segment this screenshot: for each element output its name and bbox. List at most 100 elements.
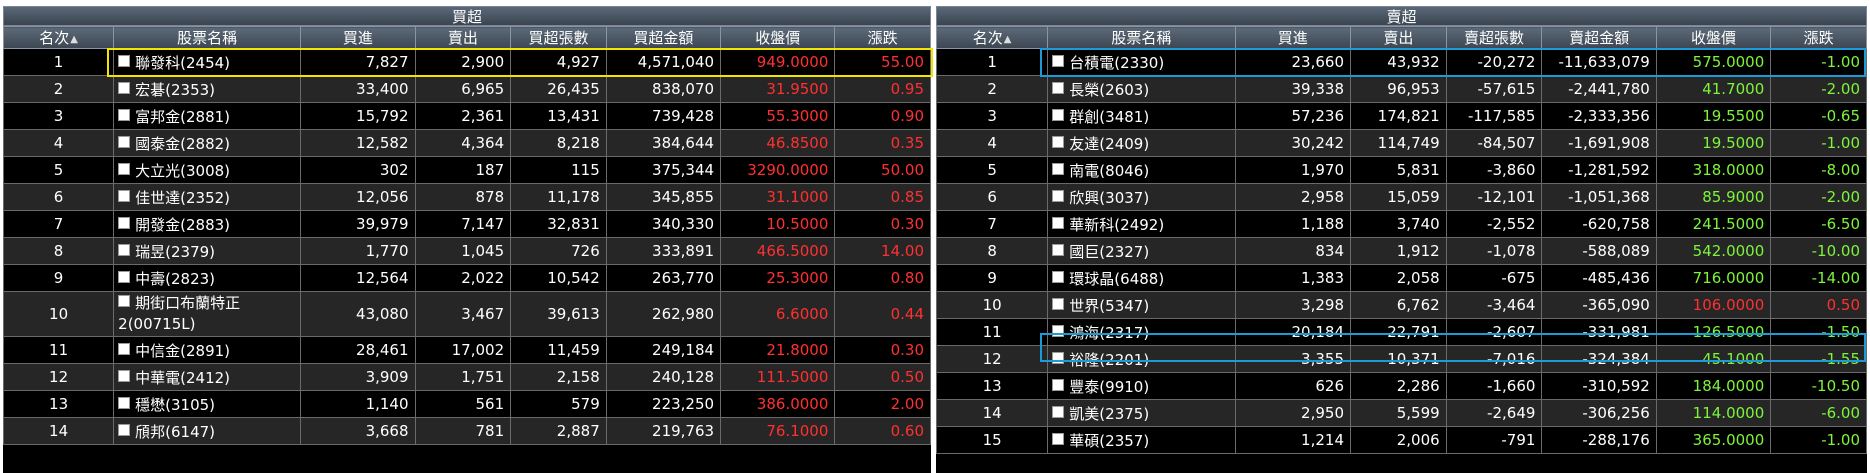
row-checkbox[interactable]	[1052, 405, 1065, 418]
row-checkbox[interactable]	[118, 342, 131, 355]
net-lots-cell: 26,435	[510, 75, 607, 103]
sell-cell: 1,751	[414, 363, 512, 391]
rank-cell: 1	[2, 48, 115, 76]
table-row[interactable]: 13 豐泰(9910) 626 2,286 -1,660 -310,592 184.0000…	[935, 372, 1867, 400]
row-checkbox[interactable]	[118, 396, 131, 409]
row-checkbox[interactable]	[118, 243, 131, 256]
table-row[interactable]: 8 國巨(2327) 834 1,912 -1,078 -588,089 542.0000-…	[935, 237, 1867, 265]
table-row[interactable]: 13 穩懋(3105) 1,140 561 579 223,250 386.0000 2.00	[2, 390, 931, 418]
sell-cell: 4,364	[414, 129, 512, 157]
row-checkbox[interactable]	[1052, 216, 1065, 229]
table-row[interactable]: 12 裕隆(2201) 3,355 10,371 -7,016 -324,384 45.10…	[935, 345, 1867, 373]
row-checkbox[interactable]	[1052, 351, 1065, 364]
row-checkbox[interactable]	[118, 135, 131, 148]
close-column-header[interactable]: 收盤價	[720, 26, 836, 49]
net-lots-column-header[interactable]: 買超張數	[510, 26, 607, 49]
sell-column-header[interactable]: 賣出	[1350, 26, 1447, 49]
buy-column-header[interactable]: 買進	[1234, 26, 1352, 49]
row-checkbox[interactable]	[1052, 162, 1065, 175]
net-amount-cell: -2,441,780	[1541, 75, 1657, 103]
table-row[interactable]: 3 富邦金(2881) 15,792 2,361 13,431 739,428 55.300…	[2, 102, 931, 130]
name-column-header[interactable]: 股票名稱	[1047, 26, 1236, 49]
table-row[interactable]: 6 欣興(3037) 2,958 15,059 -12,101 -1,051,368 85.…	[935, 183, 1867, 211]
stock-name-label: 友達(2409)	[1069, 134, 1150, 153]
buy-column-header[interactable]: 買進	[300, 26, 416, 49]
table-row[interactable]: 9 環球晶(6488) 1,383 2,058 -675 -485,436 716.0000…	[935, 264, 1867, 292]
row-checkbox[interactable]	[1052, 324, 1065, 337]
close-price-cell: 365.0000	[1655, 426, 1772, 454]
row-checkbox[interactable]	[118, 295, 131, 307]
change-column-header[interactable]: 漲跌	[1770, 26, 1867, 49]
row-checkbox[interactable]	[1052, 108, 1065, 121]
sell-column-header[interactable]: 賣出	[414, 26, 512, 49]
net-amount-cell: 4,571,040	[605, 48, 722, 76]
row-checkbox[interactable]	[1052, 189, 1065, 202]
row-checkbox[interactable]	[1052, 297, 1065, 310]
row-checkbox[interactable]	[118, 189, 131, 202]
stock-name-label: 環球晶(6488)	[1069, 269, 1165, 288]
net-amount-column-header[interactable]: 買超金額	[605, 26, 722, 49]
row-checkbox[interactable]	[118, 162, 131, 175]
change-cell: 0.60	[834, 417, 931, 445]
change-column-header[interactable]: 漲跌	[834, 26, 931, 49]
row-checkbox[interactable]	[1052, 432, 1065, 445]
rank-cell: 2	[935, 75, 1049, 103]
net-lots-column-header[interactable]: 賣超張數	[1445, 26, 1543, 49]
table-row[interactable]: 2 長榮(2603) 39,338 96,953 -57,615 -2,441,780 41…	[935, 75, 1867, 103]
close-column-header[interactable]: 收盤價	[1655, 26, 1772, 49]
table-row[interactable]: 11 中信金(2891) 28,461 17,002 11,459 249,184 21.8…	[2, 336, 931, 364]
table-row[interactable]: 5 大立光(3008) 302 187 115 375,344 3290.0000 50.00	[2, 156, 931, 184]
row-checkbox[interactable]	[1052, 135, 1065, 148]
table-row[interactable]: 7 開發金(2883) 39,979 7,147 32,831 340,330 10.500…	[2, 210, 931, 238]
table-row[interactable]: 4 友達(2409) 30,242 114,749 -84,507 -1,691,908 1…	[935, 129, 1867, 157]
row-checkbox[interactable]	[1052, 243, 1065, 256]
net-amount-column-header[interactable]: 賣超金額	[1541, 26, 1657, 49]
row-checkbox[interactable]	[118, 81, 131, 94]
table-row[interactable]: 15 華碩(2357) 1,214 2,006 -791 -288,176 365.0000…	[935, 426, 1867, 454]
close-price-cell: 19.5000	[1655, 129, 1772, 157]
buy-cell: 2,958	[1234, 183, 1352, 211]
rank-column-header[interactable]: 名次▲	[935, 26, 1049, 49]
row-checkbox[interactable]	[1052, 378, 1065, 391]
table-row[interactable]: 9 中壽(2823) 12,564 2,022 10,542 263,770 25.3000…	[2, 264, 931, 292]
rank-column-header[interactable]: 名次▲	[2, 26, 115, 49]
table-row[interactable]: 11 鴻海(2317) 20,184 22,791 -2,607 -331,981 126.…	[935, 318, 1867, 346]
table-row[interactable]: 6 佳世達(2352) 12,056 878 11,178 345,855 31.1000 0…	[2, 183, 931, 211]
table-row[interactable]: 10 期街口布蘭特正2(00715L) 43,080 3,467 39,613 262,9…	[2, 291, 931, 337]
net-lots-cell: -117,585	[1445, 102, 1543, 130]
table-row[interactable]: 8 瑞昱(2379) 1,770 1,045 726 333,891 466.5000 14.…	[2, 237, 931, 265]
row-checkbox[interactable]	[118, 108, 131, 121]
close-price-cell: 41.7000	[1655, 75, 1772, 103]
row-checkbox[interactable]	[118, 369, 131, 382]
table-row[interactable]: 14 頎邦(6147) 3,668 781 2,887 219,763 76.1000 0.6…	[2, 417, 931, 445]
table-row[interactable]: 2 宏碁(2353) 33,400 6,965 26,435 838,070 31.9500…	[2, 75, 931, 103]
row-checkbox[interactable]	[1052, 270, 1065, 283]
row-checkbox[interactable]	[118, 270, 131, 283]
buy-cell: 57,236	[1234, 102, 1352, 130]
sell-cell: 3,467	[414, 291, 512, 337]
row-checkbox[interactable]	[1052, 81, 1065, 94]
table-row[interactable]: 3 群創(3481) 57,236 174,821 -117,585 -2,333,356…	[935, 102, 1867, 130]
row-checkbox[interactable]	[1052, 54, 1065, 67]
table-row[interactable]: 12 中華電(2412) 3,909 1,751 2,158 240,128 111.500…	[2, 363, 931, 391]
net-buy-panel: 買超 名次▲ 股票名稱 買進 賣出 買超張數 買超金額 收盤價 漲跌 1 聯發科(…	[2, 6, 931, 473]
table-row[interactable]: 14 凱美(2375) 2,950 5,599 -2,649 -306,256 114.00…	[935, 399, 1867, 427]
change-cell: 55.00	[834, 48, 931, 76]
buy-cell: 626	[1234, 372, 1352, 400]
table-row[interactable]: 4 國泰金(2882) 12,582 4,364 8,218 384,644 46.8500…	[2, 129, 931, 157]
row-checkbox[interactable]	[118, 54, 131, 67]
table-row[interactable]: 1 台積電(2330) 23,660 43,932 -20,272 -11,633,079…	[935, 48, 1867, 76]
row-checkbox[interactable]	[118, 423, 131, 436]
table-row[interactable]: 5 南電(8046) 1,970 5,831 -3,860 -1,281,592 318.0…	[935, 156, 1867, 184]
row-checkbox[interactable]	[118, 216, 131, 229]
name-column-header[interactable]: 股票名稱	[113, 26, 302, 49]
stock-name-cell: 凱美(2375)	[1047, 399, 1236, 427]
close-price-cell: 3290.0000	[720, 156, 836, 184]
table-row[interactable]: 1 聯發科(2454) 7,827 2,900 4,927 4,571,040 949.00…	[2, 48, 931, 76]
net-lots-cell: 8,218	[510, 129, 607, 157]
net-lots-cell: 10,542	[510, 264, 607, 292]
table-row[interactable]: 7 華新科(2492) 1,188 3,740 -2,552 -620,758 241.50…	[935, 210, 1867, 238]
table-row[interactable]: 10 世界(5347) 3,298 6,762 -3,464 -365,090 106.00…	[935, 291, 1867, 319]
net-lots-cell: 13,431	[510, 102, 607, 130]
buy-cell: 2,950	[1234, 399, 1352, 427]
